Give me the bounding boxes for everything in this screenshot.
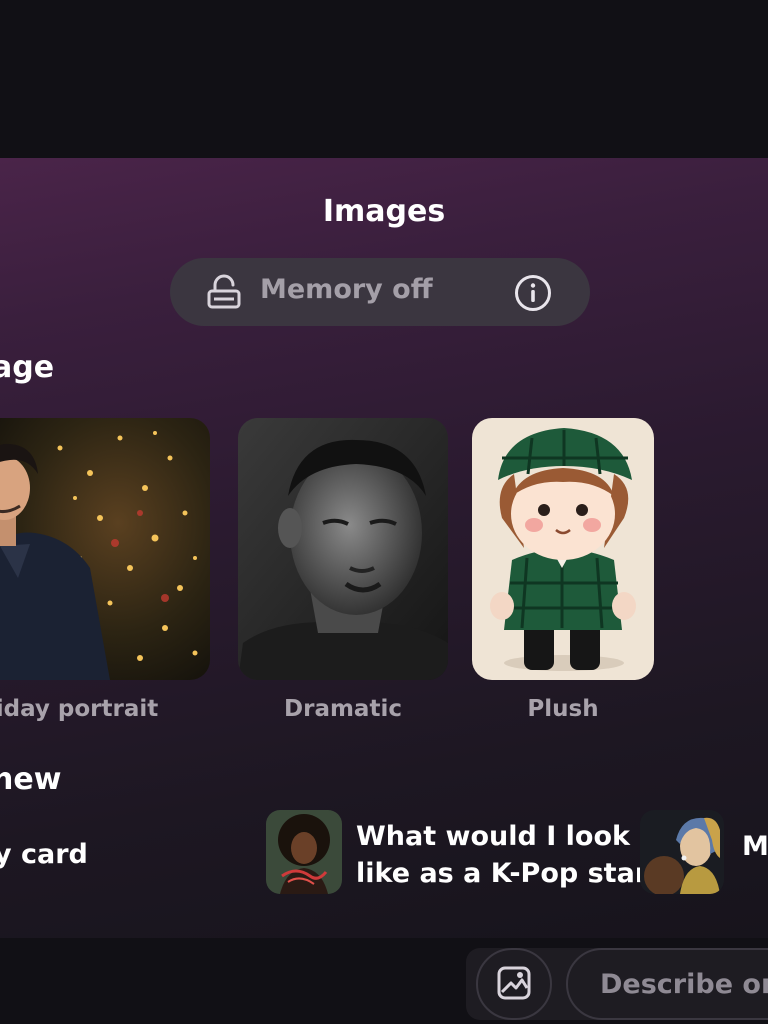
image-upload-icon <box>497 966 531 1000</box>
composer <box>466 948 768 1020</box>
dramatic-portrait-image <box>238 418 448 680</box>
prompt-input[interactable] <box>566 948 768 1020</box>
pearl-earring-thumbnail <box>640 810 724 894</box>
suggestion-text-3: M <box>742 831 768 862</box>
memory-lock-icon <box>207 274 241 309</box>
suggestion-text-kpop-line2: like as a K-Pop star? <box>356 858 664 889</box>
images-sheet: Images Memory off age iday portrait Dram… <box>0 158 768 938</box>
sheet-title: Images <box>322 194 446 229</box>
suggestion-text-1: y card <box>0 839 88 870</box>
info-icon[interactable] <box>514 274 552 312</box>
app-screen: Images Memory off age iday portrait Dram… <box>0 0 768 1024</box>
bottom-composer-bar <box>0 938 768 1024</box>
holiday-portrait-image <box>0 418 210 680</box>
style-card-dramatic[interactable] <box>238 418 448 680</box>
suggestion-card-3[interactable]: M <box>640 810 768 906</box>
memory-label: Memory off <box>260 274 433 305</box>
plush-toy-image <box>472 418 654 680</box>
card-caption-holiday-portrait: iday portrait <box>0 696 159 722</box>
suggestion-card-kpop[interactable]: What would I look like as a K-Pop star? <box>266 810 664 906</box>
style-card-holiday-portrait[interactable] <box>0 418 210 680</box>
section-heading-new: new <box>0 762 62 797</box>
afro-portrait-thumbnail <box>266 810 342 894</box>
style-card-plush[interactable] <box>472 418 654 680</box>
memory-toggle[interactable]: Memory off <box>170 258 590 326</box>
suggestion-card-1[interactable]: y card <box>0 808 200 898</box>
section-heading-create: age <box>0 350 55 385</box>
card-caption-dramatic: Dramatic <box>284 696 402 722</box>
card-caption-plush: Plush <box>527 696 599 722</box>
suggestion-text-kpop-line1: What would I look <box>356 821 630 852</box>
top-bar <box>0 0 768 158</box>
image-upload-button[interactable] <box>476 948 552 1020</box>
